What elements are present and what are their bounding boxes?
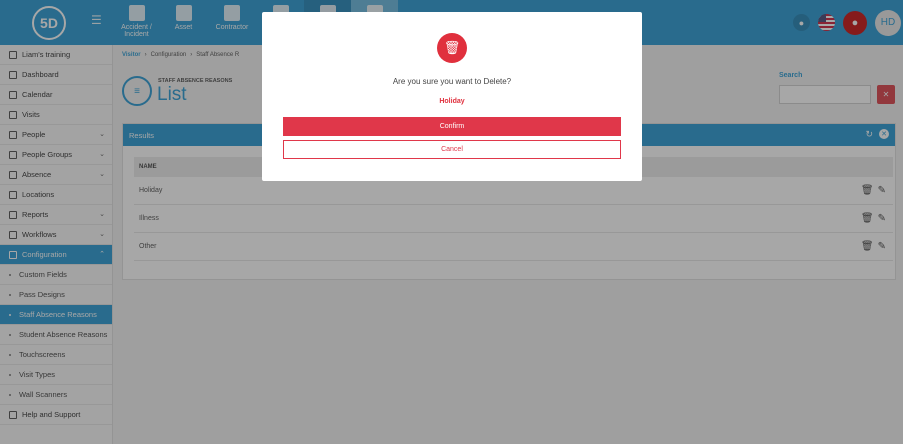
dialog-question: Are you sure you want to Delete? — [392, 77, 512, 86]
trash-icon: 🗑 — [437, 33, 467, 63]
confirm-button[interactable]: Confirm — [283, 117, 621, 136]
cancel-button[interactable]: Cancel — [283, 140, 621, 159]
dialog-item-name: Holiday — [439, 98, 465, 105]
delete-confirm-dialog: 🗑 Are you sure you want to Delete? Holid… — [262, 12, 642, 181]
